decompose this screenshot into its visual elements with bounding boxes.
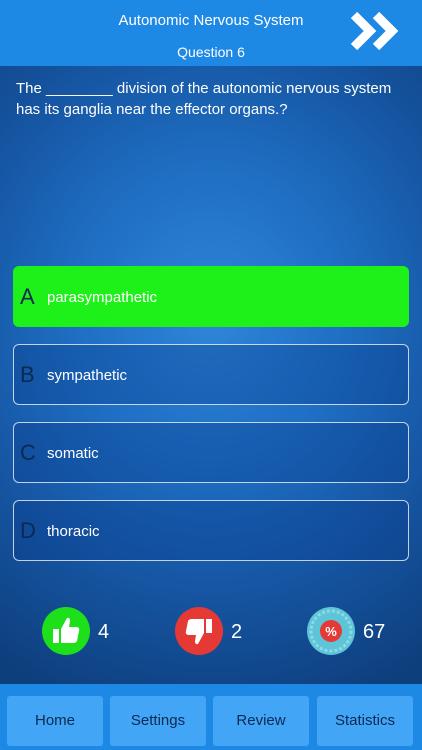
- home-button[interactable]: Home: [7, 696, 103, 746]
- percent-badge-icon: %: [307, 607, 355, 655]
- statistics-button[interactable]: Statistics: [317, 696, 413, 746]
- thumbs-down-icon: [175, 607, 223, 655]
- score-percent: 67: [363, 621, 386, 643]
- answer-letter: B: [20, 362, 35, 387]
- thumbs-up-icon: [42, 607, 90, 655]
- wrong-count: 2: [231, 621, 243, 643]
- settings-button[interactable]: Settings: [110, 696, 206, 746]
- bottom-nav-bar: Home Settings Review Statistics: [0, 684, 422, 750]
- answer-option-b[interactable]: B sympathetic: [13, 344, 409, 405]
- answer-label: parasympathetic: [47, 289, 158, 306]
- answer-label: somatic: [47, 445, 99, 462]
- correct-count: 4: [98, 621, 110, 643]
- review-button[interactable]: Review: [213, 696, 309, 746]
- answer-label: sympathetic: [47, 367, 128, 384]
- next-question-button[interactable]: [348, 9, 408, 53]
- double-chevron-right-icon: [350, 11, 399, 51]
- answer-option-d[interactable]: D thoracic: [13, 500, 409, 561]
- answer-letter: A: [20, 284, 35, 309]
- header-bar: Autonomic Nervous System Question 6: [0, 0, 422, 66]
- svg-text:%: %: [325, 624, 337, 639]
- answer-label: thoracic: [47, 523, 100, 540]
- answer-option-c[interactable]: C somatic: [13, 422, 409, 483]
- answer-letter: C: [20, 440, 36, 465]
- question-text: The ________ division of the autonomic n…: [16, 80, 392, 118]
- answer-option-a[interactable]: A parasympathetic: [13, 266, 409, 327]
- answer-letter: D: [20, 518, 36, 543]
